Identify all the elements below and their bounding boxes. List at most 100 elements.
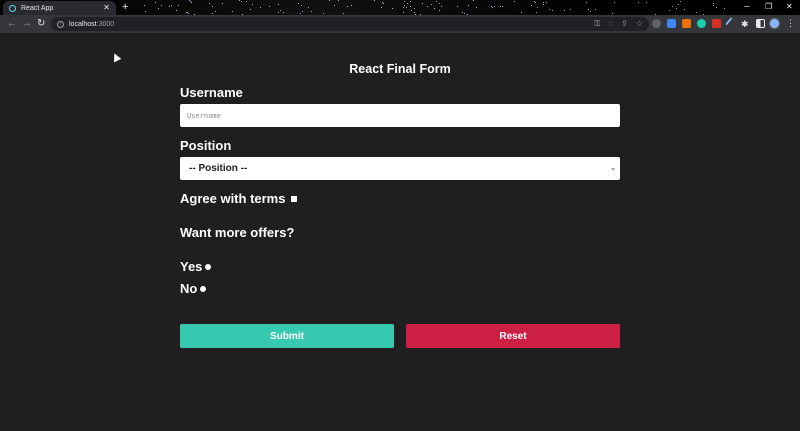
starfield-dot: [391, 7, 393, 9]
username-input[interactable]: [180, 104, 620, 127]
position-label: Position: [180, 138, 232, 153]
radio-no-label: No: [180, 281, 198, 296]
info-icon[interactable]: i: [57, 20, 64, 28]
eye-off-icon[interactable]: ◌: [608, 19, 613, 29]
starfield-dot: [269, 5, 271, 7]
new-tab-button[interactable]: +: [122, 1, 128, 13]
starfield-dot: [413, 7, 415, 9]
starfield-dot: [402, 6, 404, 8]
profile-avatar[interactable]: [769, 18, 780, 29]
extension-2-icon[interactable]: [667, 19, 676, 28]
extension-1-icon[interactable]: [652, 19, 661, 28]
forward-icon[interactable]: →: [22, 17, 32, 31]
starfield-dot: [221, 3, 223, 5]
starfield-dot: [715, 7, 717, 9]
url-host: localhost: [69, 20, 97, 28]
starfield-dot: [310, 10, 312, 12]
starfield-dot: [307, 6, 309, 8]
extension-4-icon[interactable]: [697, 19, 706, 28]
starfield-dot: [713, 4, 715, 6]
key-icon[interactable]: ⚿: [594, 19, 600, 29]
agree-terms-checkbox[interactable]: [291, 195, 298, 202]
starfield-dot: [546, 2, 548, 4]
starfield-dot: [410, 10, 412, 12]
starfield-dot: [191, 2, 193, 4]
starfield-dot: [176, 10, 178, 12]
url-port: :3000: [96, 20, 115, 28]
extension-3-icon[interactable]: [682, 19, 691, 28]
starfield-dot: [413, 12, 415, 14]
starfield-dot: [403, 11, 405, 13]
radio-yes[interactable]: [205, 263, 212, 270]
starfield-dot: [426, 5, 428, 7]
starfield-dot: [713, 2, 715, 4]
starfield-dot: [463, 12, 465, 14]
starfield-dot: [472, 0, 474, 2]
tab-close-icon[interactable]: ✕: [103, 4, 110, 12]
starfield-dot: [536, 12, 538, 14]
starfield-dot: [212, 6, 214, 8]
reset-button[interactable]: Reset: [406, 324, 620, 348]
reload-icon[interactable]: ↻: [37, 17, 45, 31]
starfield-dot: [374, 0, 376, 2]
starfield-dot: [300, 5, 302, 7]
starfield-dot: [161, 5, 163, 7]
starfield-dot: [323, 12, 325, 14]
starfield-dot: [456, 5, 458, 7]
starfield-dot: [168, 5, 170, 7]
radio-no[interactable]: [200, 285, 207, 292]
starfield-dot: [283, 12, 285, 14]
starfield-dot: [298, 3, 300, 5]
starfield-dot: [405, 7, 407, 9]
starfield-dot: [410, 6, 412, 8]
starfield-dot: [209, 3, 211, 5]
starfield-dot: [260, 7, 262, 9]
starfield-dot: [171, 5, 173, 7]
starfield-dot: [493, 5, 495, 7]
starfield-dot: [588, 8, 590, 10]
starfield-dot: [157, 8, 159, 10]
starfield-dot: [434, 7, 436, 9]
starfield-dot: [534, 1, 536, 3]
starfield-dot: [439, 3, 441, 5]
starfield-dot: [351, 4, 353, 6]
tab-title: React App: [21, 4, 54, 12]
starfield-dot: [189, 0, 191, 2]
sidebar-icon[interactable]: [756, 19, 765, 28]
share-icon[interactable]: ⇪: [621, 19, 628, 29]
agree-terms-label: Agree with terms: [180, 191, 286, 206]
star-icon[interactable]: ☆: [636, 19, 643, 29]
starfield-dot: [521, 11, 523, 13]
starfield-dot: [564, 9, 566, 11]
address-bar[interactable]: i localhost:3000 ⚿ ◌ ⇪ ☆: [51, 17, 649, 31]
menu-icon[interactable]: ⋮: [786, 18, 795, 29]
page-content: React Final Form Username Position -- Po…: [0, 33, 800, 431]
starfield-dot: [422, 3, 424, 5]
starfield-dot: [381, 7, 383, 9]
extension-6-icon[interactable]: [725, 17, 738, 30]
starfield-dot: [144, 5, 146, 7]
starfield-dot: [514, 1, 516, 3]
omnibox-actions: ⚿ ◌ ⇪ ☆: [594, 19, 643, 29]
puzzle-icon[interactable]: ✱: [741, 17, 749, 31]
starfield-dot: [441, 6, 443, 8]
starfield-dot: [612, 12, 614, 14]
browser-tab[interactable]: React App ✕: [3, 1, 116, 15]
extension-5-icon[interactable]: [712, 19, 721, 28]
starfield-dot: [245, 0, 247, 2]
starfield-dot: [382, 1, 384, 3]
back-icon[interactable]: ←: [7, 17, 17, 31]
starfield-dot: [212, 12, 214, 14]
starfield-dot: [302, 10, 304, 12]
maximize-button[interactable]: ❐: [765, 2, 772, 12]
starfield-dot: [436, 0, 438, 2]
starfield-dot: [476, 6, 478, 8]
starfield-dot: [551, 10, 553, 12]
close-window-button[interactable]: ✕: [786, 2, 793, 12]
submit-button[interactable]: Submit: [180, 324, 394, 348]
starfield-dot: [537, 6, 539, 8]
position-select[interactable]: -- Position -- ⌄: [180, 157, 620, 180]
mouse-cursor-icon: [110, 51, 122, 63]
minimize-button[interactable]: ─: [744, 2, 750, 12]
starfield-dot: [638, 2, 640, 4]
